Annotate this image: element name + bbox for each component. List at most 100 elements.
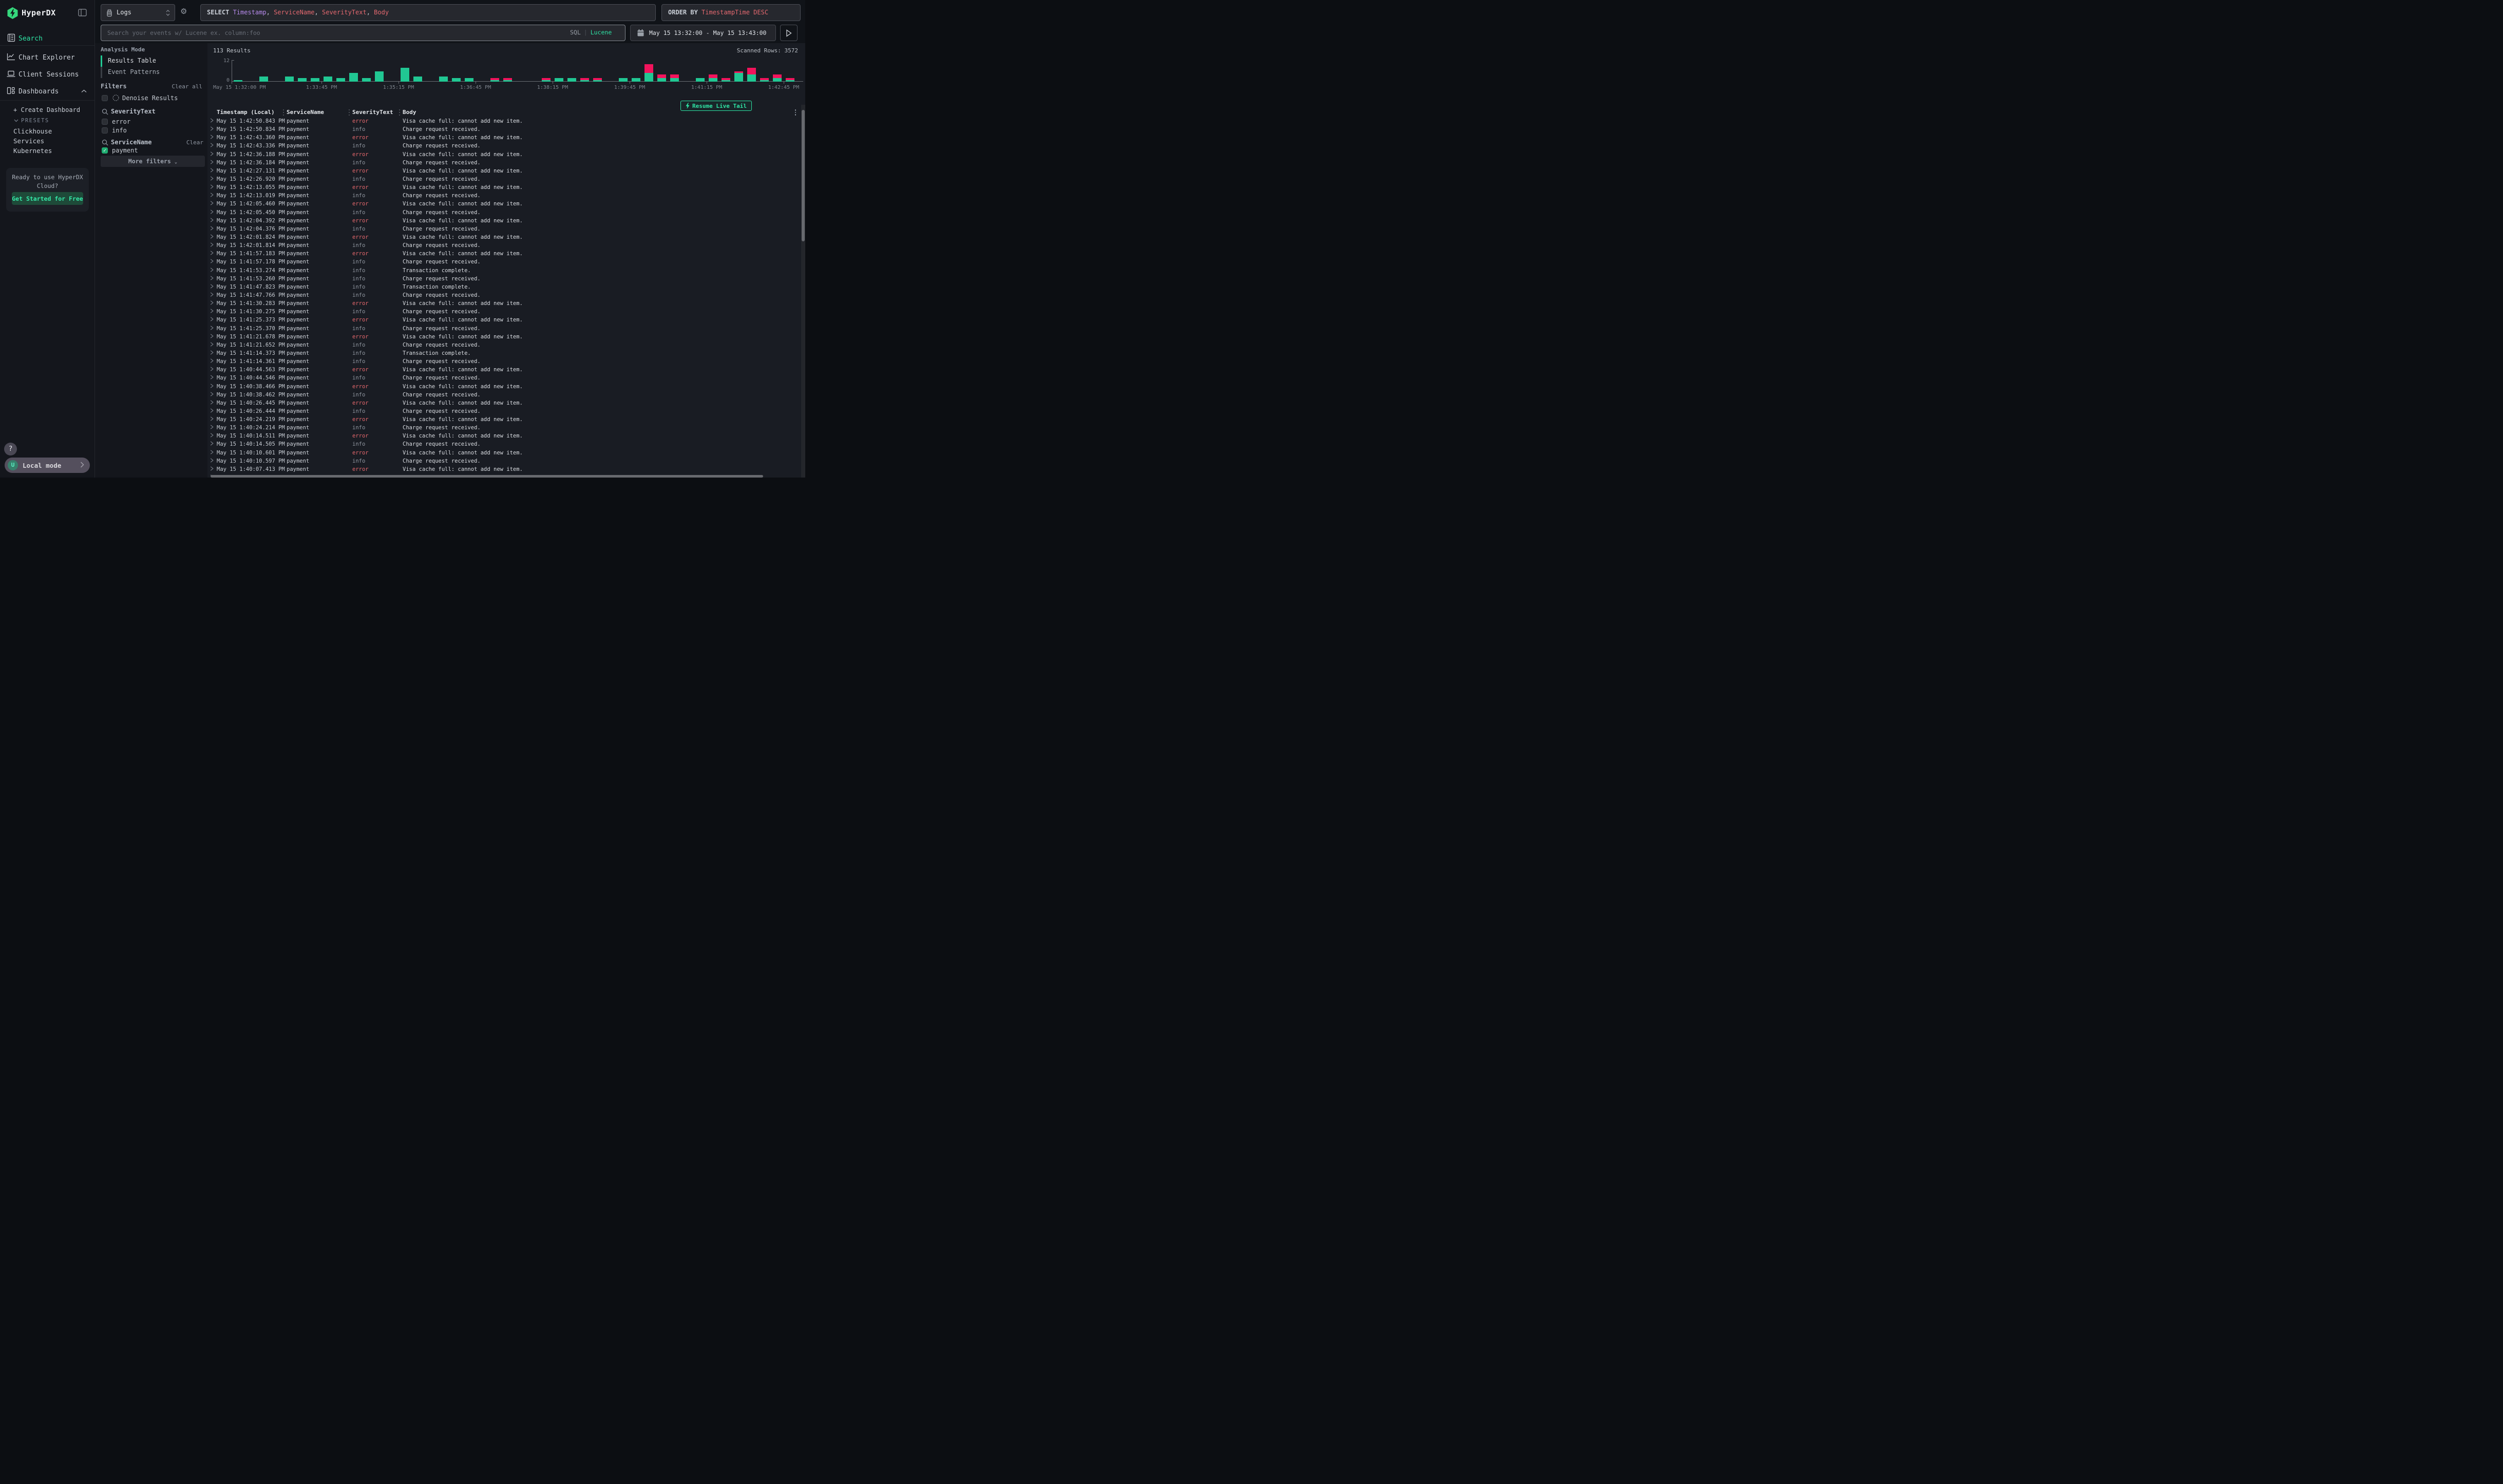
- row-expand-chevron-icon[interactable]: [210, 284, 214, 289]
- clear-all-button[interactable]: Clear all: [172, 83, 202, 90]
- table-row[interactable]: May 15 1:42:26.920 PMpaymentinfoCharge r…: [207, 176, 798, 184]
- create-dashboard-button[interactable]: + Create Dashboard: [13, 106, 80, 113]
- row-expand-chevron-icon[interactable]: [210, 416, 214, 421]
- table-row[interactable]: May 15 1:42:43.360 PMpaymenterrorVisa ca…: [207, 134, 798, 142]
- table-row[interactable]: May 15 1:40:26.444 PMpaymentinfoCharge r…: [207, 408, 798, 416]
- table-row[interactable]: May 15 1:40:44.563 PMpaymenterrorVisa ca…: [207, 366, 798, 374]
- histogram-bar-info[interactable]: [786, 80, 794, 82]
- filter-group-servicename[interactable]: ServiceName: [111, 139, 151, 146]
- table-row[interactable]: May 15 1:41:25.373 PMpaymenterrorVisa ca…: [207, 316, 798, 325]
- row-expand-chevron-icon[interactable]: [210, 193, 214, 197]
- table-row[interactable]: May 15 1:40:07.413 PMpaymenterrorVisa ca…: [207, 466, 798, 474]
- presets-section-label[interactable]: PRESETS: [21, 118, 49, 124]
- sidebar-item-preset-clickhouse[interactable]: Clickhouse: [13, 127, 52, 135]
- column-resize-handle[interactable]: [349, 109, 350, 116]
- table-row[interactable]: May 15 1:42:50.843 PMpaymenterrorVisa ca…: [207, 118, 798, 126]
- row-expand-chevron-icon[interactable]: [210, 384, 214, 388]
- table-row[interactable]: May 15 1:40:26.445 PMpaymenterrorVisa ca…: [207, 399, 798, 408]
- tab-results-table[interactable]: Results Table: [108, 57, 156, 64]
- table-options-icon[interactable]: [795, 109, 797, 116]
- histogram-bar-info[interactable]: [670, 78, 679, 82]
- histogram-bar-error[interactable]: [490, 78, 499, 80]
- histogram-bar-info[interactable]: [490, 80, 499, 82]
- row-expand-chevron-icon[interactable]: [210, 160, 214, 164]
- row-expand-chevron-icon[interactable]: [210, 242, 214, 247]
- horizontal-scrollbar-thumb[interactable]: [211, 475, 763, 478]
- histogram-bar-info[interactable]: [657, 78, 666, 82]
- table-row[interactable]: May 15 1:42:04.376 PMpaymentinfoCharge r…: [207, 225, 798, 234]
- column-header-body[interactable]: Body: [403, 109, 416, 116]
- row-expand-chevron-icon[interactable]: [210, 218, 214, 222]
- row-expand-chevron-icon[interactable]: [210, 375, 214, 379]
- histogram-bar-error[interactable]: [786, 78, 794, 80]
- table-row[interactable]: May 15 1:42:43.336 PMpaymentinfoCharge r…: [207, 142, 798, 150]
- row-expand-chevron-icon[interactable]: [210, 268, 214, 272]
- table-row[interactable]: May 15 1:41:30.275 PMpaymentinfoCharge r…: [207, 308, 798, 316]
- histogram-bar-info[interactable]: [324, 77, 332, 82]
- row-expand-chevron-icon[interactable]: [210, 392, 214, 396]
- histogram-bar-info[interactable]: [567, 78, 576, 82]
- search-input[interactable]: [101, 25, 625, 41]
- table-row[interactable]: May 15 1:41:57.183 PMpaymenterrorVisa ca…: [207, 250, 798, 258]
- histogram-bar-info[interactable]: [311, 78, 319, 82]
- table-row[interactable]: May 15 1:40:44.546 PMpaymentinfoCharge r…: [207, 374, 798, 383]
- table-row[interactable]: May 15 1:40:24.214 PMpaymentinfoCharge r…: [207, 424, 798, 432]
- row-expand-chevron-icon[interactable]: [210, 176, 214, 181]
- filter-option-payment[interactable]: payment: [112, 147, 138, 154]
- table-row[interactable]: May 15 1:42:50.834 PMpaymentinfoCharge r…: [207, 126, 798, 134]
- row-expand-chevron-icon[interactable]: [210, 342, 214, 347]
- chevron-up-icon[interactable]: [81, 89, 87, 93]
- row-expand-chevron-icon[interactable]: [210, 334, 214, 338]
- table-row[interactable]: May 15 1:42:27.131 PMpaymenterrorVisa ca…: [207, 167, 798, 176]
- sidebar-item-chart-explorer[interactable]: Chart Explorer: [18, 54, 75, 62]
- histogram-bar-info[interactable]: [413, 77, 422, 82]
- histogram-bar-error[interactable]: [734, 71, 743, 73]
- sidebar-collapse-icon[interactable]: [78, 9, 87, 16]
- table-row[interactable]: May 15 1:42:36.184 PMpaymentinfoCharge r…: [207, 159, 798, 167]
- source-select[interactable]: Logs: [101, 4, 175, 21]
- column-resize-handle[interactable]: [399, 109, 400, 116]
- tab-event-patterns[interactable]: Event Patterns: [108, 68, 160, 75]
- row-expand-chevron-icon[interactable]: [210, 143, 214, 147]
- row-expand-chevron-icon[interactable]: [210, 358, 214, 363]
- help-button[interactable]: ?: [4, 443, 17, 455]
- table-row[interactable]: May 15 1:41:30.283 PMpaymenterrorVisa ca…: [207, 300, 798, 308]
- sidebar-item-preset-kubernetes[interactable]: Kubernetes: [13, 147, 52, 155]
- table-row[interactable]: May 15 1:41:14.361 PMpaymentinfoCharge r…: [207, 358, 798, 366]
- histogram-bar-info[interactable]: [375, 71, 384, 82]
- row-expand-chevron-icon[interactable]: [210, 350, 214, 355]
- table-row[interactable]: May 15 1:42:13.019 PMpaymentinfoCharge r…: [207, 192, 798, 200]
- table-row[interactable]: May 15 1:40:10.597 PMpaymentinfoCharge r…: [207, 458, 798, 466]
- filter-option-info[interactable]: info: [112, 127, 127, 134]
- histogram-bar-error[interactable]: [503, 78, 512, 80]
- histogram-bar-info[interactable]: [773, 78, 782, 82]
- histogram-bar-error[interactable]: [760, 78, 769, 80]
- histogram-bar-info[interactable]: [465, 78, 473, 82]
- table-row[interactable]: May 15 1:41:53.274 PMpaymentinfoTransact…: [207, 267, 798, 275]
- histogram-bar-info[interactable]: [349, 73, 358, 82]
- histogram-bar-error[interactable]: [670, 74, 679, 78]
- table-row[interactable]: May 15 1:42:01.814 PMpaymentinfoCharge r…: [207, 242, 798, 250]
- table-row[interactable]: May 15 1:40:38.466 PMpaymenterrorVisa ca…: [207, 383, 798, 391]
- row-expand-chevron-icon[interactable]: [210, 276, 214, 280]
- sidebar-item-search[interactable]: Search: [18, 35, 43, 43]
- histogram-bar-info[interactable]: [747, 74, 756, 82]
- row-expand-chevron-icon[interactable]: [210, 126, 214, 131]
- row-expand-chevron-icon[interactable]: [210, 309, 214, 313]
- histogram-bar-info[interactable]: [234, 80, 242, 82]
- filter-checkbox-info[interactable]: [102, 127, 108, 134]
- column-header-severitytext[interactable]: SeverityText: [352, 109, 393, 116]
- row-expand-chevron-icon[interactable]: [210, 466, 214, 471]
- column-header-timestamp[interactable]: Timestamp (Local): [217, 109, 275, 116]
- run-query-button[interactable]: [780, 25, 798, 41]
- table-row[interactable]: May 15 1:42:01.824 PMpaymenterrorVisa ca…: [207, 234, 798, 242]
- more-filters-button[interactable]: More filters ⌄: [101, 156, 205, 167]
- table-row[interactable]: May 15 1:41:57.178 PMpaymentinfoCharge r…: [207, 258, 798, 267]
- table-row[interactable]: May 15 1:40:14.505 PMpaymentinfoCharge r…: [207, 441, 798, 449]
- row-expand-chevron-icon[interactable]: [210, 251, 214, 255]
- row-expand-chevron-icon[interactable]: [210, 408, 214, 413]
- denoise-checkbox[interactable]: [102, 95, 108, 101]
- column-resize-handle[interactable]: [283, 109, 284, 116]
- table-row[interactable]: May 15 1:40:14.511 PMpaymenterrorVisa ca…: [207, 432, 798, 441]
- table-row[interactable]: May 15 1:42:13.055 PMpaymenterrorVisa ca…: [207, 184, 798, 192]
